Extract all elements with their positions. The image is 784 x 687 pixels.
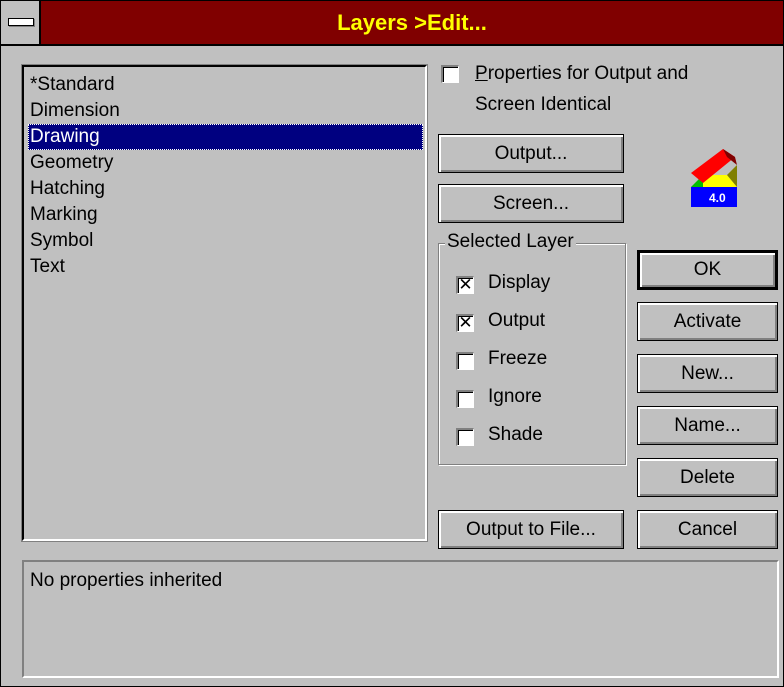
output-to-file-button-label: Output to File... <box>466 518 596 540</box>
freeze-checkbox[interactable] <box>456 352 474 370</box>
system-menu-icon <box>8 18 34 26</box>
properties-identical-checkbox[interactable] <box>441 65 459 83</box>
output-button-label: Output... <box>494 142 568 164</box>
ignore-checkbox[interactable] <box>456 390 474 408</box>
layer-list-item[interactable]: Marking <box>28 202 423 228</box>
name-button-label: Name... <box>674 414 741 436</box>
layer-list-item[interactable]: Text <box>28 254 423 280</box>
layer-list-item[interactable]: Geometry <box>28 150 423 176</box>
output-label: Output <box>488 310 546 331</box>
cancel-button-label: Cancel <box>677 518 738 540</box>
ignore-label: Ignore <box>488 386 542 407</box>
output-button[interactable]: Output... <box>438 134 624 173</box>
name-button[interactable]: Name... <box>637 406 778 445</box>
output-checkbox[interactable]: ✕ <box>456 314 474 332</box>
activate-button-label: Activate <box>673 310 742 332</box>
layers-edit-dialog: Layers >Edit... *Standard Dimension Draw… <box>0 0 784 687</box>
selected-layer-group-title: Selected Layer <box>445 231 576 253</box>
display-checkbox[interactable]: ✕ <box>456 276 474 294</box>
ok-button-label: OK <box>693 259 722 280</box>
screen-button-label: Screen... <box>492 192 570 214</box>
new-button-label: New... <box>681 362 734 384</box>
new-button[interactable]: New... <box>637 354 778 393</box>
ok-button[interactable]: OK <box>637 250 778 290</box>
window-title: Layers >Edit... <box>337 10 487 35</box>
layer-list-item[interactable]: Symbol <box>28 228 423 254</box>
layer-list-item[interactable]: Hatching <box>28 176 423 202</box>
delete-button[interactable]: Delete <box>637 458 778 497</box>
status-text: No properties inherited <box>30 570 223 591</box>
shade-label: Shade <box>488 424 543 445</box>
properties-identical-label-line2: Screen Identical <box>475 94 612 115</box>
freeze-label: Freeze <box>488 348 548 369</box>
delete-button-label: Delete <box>680 466 735 488</box>
status-panel: No properties inherited <box>22 560 779 678</box>
system-menu-button[interactable] <box>1 1 41 44</box>
layer-list-item-selected[interactable]: Drawing <box>28 124 423 150</box>
activate-button[interactable]: Activate <box>637 302 778 341</box>
shade-checkbox[interactable] <box>456 428 474 446</box>
cancel-button[interactable]: Cancel <box>637 510 778 549</box>
properties-identical-label-rest: roperties for Output and <box>487 63 689 84</box>
title-bar: Layers >Edit... <box>1 1 783 46</box>
properties-identical-label: Properties for Output and <box>475 63 689 84</box>
output-to-file-button[interactable]: Output to File... <box>438 510 624 549</box>
layer-listbox[interactable]: *Standard Dimension Drawing Geometry Hat… <box>21 64 428 542</box>
display-label: Display <box>488 272 551 293</box>
logo-version-text: 4.0 <box>709 191 726 205</box>
selected-layer-group: Selected Layer ✕ Display ✕ Output Freeze… <box>438 231 626 465</box>
layer-list-item[interactable]: Dimension <box>28 98 423 124</box>
screen-button[interactable]: Screen... <box>438 184 624 223</box>
application-logo-icon: 4.0 <box>683 145 743 211</box>
layer-list-item[interactable]: *Standard <box>28 72 423 98</box>
